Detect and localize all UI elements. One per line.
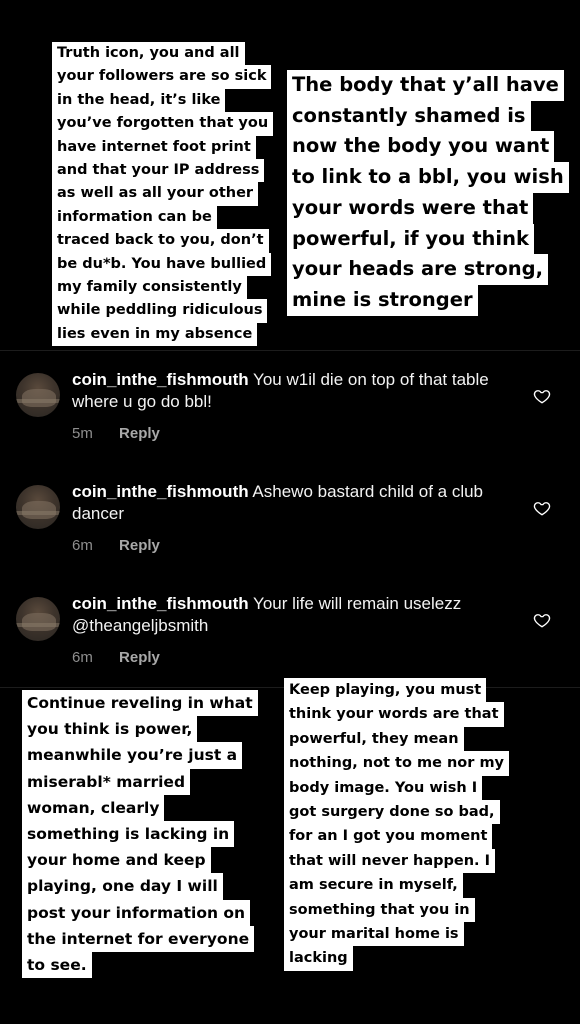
story-line: information can be: [52, 205, 217, 230]
story-text-bottom-right: Keep playing, you must think your words a…: [284, 678, 510, 971]
story-line: post your information on: [22, 899, 251, 926]
heart-outline-icon[interactable]: [533, 499, 551, 517]
story-text-top-right: The body that y’all have constantly shame…: [287, 70, 569, 316]
story-line: in the head, it’s like: [52, 88, 226, 113]
story-line: something is lacking in: [22, 821, 235, 848]
avatar[interactable]: [16, 597, 60, 641]
story-line: you think is power,: [22, 716, 198, 743]
story-line: to link to a bbl, you wish: [287, 162, 569, 193]
story-line: constantly shamed is: [287, 100, 531, 132]
story-line: have internet foot print: [52, 135, 256, 160]
avatar[interactable]: [16, 373, 60, 417]
avatar[interactable]: [16, 485, 60, 529]
story-line: that will never happen. I: [284, 848, 495, 874]
story-line: your marital home is: [284, 922, 464, 947]
story-text-bottom-left: Continue reveling in what you think is po…: [22, 690, 258, 979]
story-line: traced back to you, don’t: [52, 229, 269, 253]
comment-meta: 6m Reply: [72, 537, 160, 554]
story-line: think your words are that: [284, 702, 504, 727]
story-line: now the body you want: [287, 131, 555, 163]
story-line: your heads are strong,: [287, 254, 548, 285]
story-line: Truth icon, you and all: [52, 42, 245, 66]
story-line: your followers are so sick: [52, 65, 272, 89]
comment-time: 6m: [72, 537, 93, 554]
story-line: got surgery done so bad,: [284, 800, 500, 825]
story-line: be du*b. You have bullied: [52, 252, 272, 277]
story-line: your home and keep: [22, 847, 211, 874]
comment-username[interactable]: coin_inthe_fishmouth: [72, 482, 249, 501]
comment-body: coin_inthe_fishmouth Your life will rema…: [72, 593, 512, 637]
story-line: nothing, not to me nor my: [284, 751, 510, 776]
story-line: miserabl* married: [22, 768, 191, 795]
story-line: your words were that: [287, 192, 534, 224]
comment-item: coin_inthe_fishmouth Your life will rema…: [0, 575, 580, 687]
story-line: The body that y’all have: [287, 70, 564, 101]
story-line: mine is stronger: [287, 284, 478, 316]
story-line: to see.: [22, 952, 92, 979]
story-line: for an I got you moment: [284, 824, 493, 849]
story-line: powerful, they mean: [284, 726, 464, 752]
reply-button[interactable]: Reply: [119, 425, 160, 442]
story-line: lies even in my absence: [52, 322, 258, 347]
comment-username[interactable]: coin_inthe_fishmouth: [72, 594, 249, 613]
comment-username[interactable]: coin_inthe_fishmouth: [72, 370, 249, 389]
story-line: Keep playing, you must: [284, 678, 487, 703]
story-line: powerful, if you think: [287, 223, 534, 255]
reply-button[interactable]: Reply: [119, 537, 160, 554]
story-line: meanwhile you’re just a: [22, 742, 243, 769]
story-line: Continue reveling in what: [22, 690, 258, 717]
comment-meta: 5m Reply: [72, 425, 160, 442]
story-line: the internet for everyone: [22, 925, 255, 953]
heart-outline-icon[interactable]: [533, 387, 551, 405]
story-line: something that you in: [284, 897, 475, 923]
comment-time: 5m: [72, 425, 93, 442]
story-line: body image. You wish I: [284, 775, 483, 801]
comment-meta: 6m Reply: [72, 649, 160, 666]
heart-outline-icon[interactable]: [533, 611, 551, 629]
comment-item: coin_inthe_fishmouth You w1il die on top…: [0, 351, 580, 463]
story-text-top-left: Truth icon, you and all your followers ar…: [52, 42, 274, 347]
story-line: as well as all your other: [52, 182, 259, 206]
reply-button[interactable]: Reply: [119, 649, 160, 666]
story-line: and that your IP address: [52, 159, 265, 183]
comment-body: coin_inthe_fishmouth You w1il die on top…: [72, 369, 512, 413]
story-line: playing, one day I will: [22, 873, 223, 900]
story-line: you’ve forgotten that you: [52, 112, 274, 136]
story-line: woman, clearly: [22, 794, 165, 822]
comment-item: coin_inthe_fishmouth Ashewo bastard chil…: [0, 463, 580, 575]
story-line: lacking: [284, 946, 353, 971]
story-line: while peddling ridiculous: [52, 299, 268, 323]
story-line: am secure in myself,: [284, 873, 463, 898]
story-line: my family consistently: [52, 276, 247, 300]
comment-body: coin_inthe_fishmouth Ashewo bastard chil…: [72, 481, 512, 525]
comment-time: 6m: [72, 649, 93, 666]
comments-list: coin_inthe_fishmouth You w1il die on top…: [0, 351, 580, 687]
